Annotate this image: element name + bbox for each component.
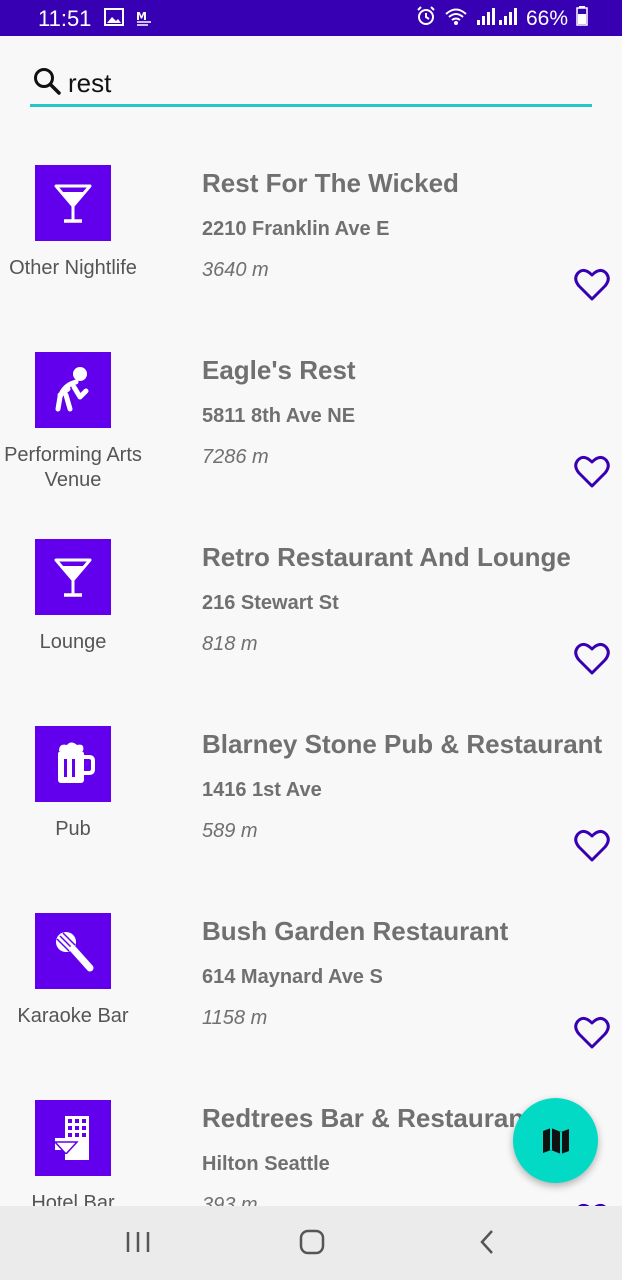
signal-icon bbox=[476, 6, 518, 32]
category-label: Lounge bbox=[39, 631, 107, 653]
venue-distance: 7286 m bbox=[202, 446, 269, 468]
category-icon bbox=[35, 913, 111, 989]
category-icon bbox=[35, 352, 111, 428]
list-item[interactable]: Lounge Retro Restaurant And Lounge 216 S… bbox=[0, 514, 622, 701]
cocktail-icon bbox=[54, 558, 92, 597]
home-icon bbox=[299, 1229, 325, 1255]
recent-apps-button[interactable] bbox=[124, 1228, 152, 1261]
battery-percent: 66% bbox=[525, 7, 568, 30]
venue-address: Hilton Seattle bbox=[202, 1153, 330, 1175]
wifi-icon bbox=[444, 6, 468, 32]
favorite-heart-icon[interactable] bbox=[574, 642, 610, 676]
venue-distance: 1158 m bbox=[202, 1007, 268, 1029]
map-button[interactable] bbox=[513, 1098, 598, 1183]
venue-name: Blarney Stone Pub & Restaurant bbox=[202, 729, 603, 759]
performer-icon bbox=[55, 367, 89, 412]
search-icon bbox=[32, 66, 62, 101]
venue-address: 1416 1st Ave bbox=[202, 779, 322, 801]
microphone-icon bbox=[56, 932, 94, 972]
map-icon bbox=[542, 1127, 569, 1154]
venue-name: Bush Garden Restaurant bbox=[202, 916, 509, 946]
venue-address: 5811 8th Ave NE bbox=[202, 405, 356, 427]
list-item[interactable]: Pub Blarney Stone Pub & Restaurant 1416 … bbox=[0, 701, 622, 888]
category-icon bbox=[35, 1100, 111, 1176]
favorite-heart-icon[interactable] bbox=[574, 268, 610, 302]
mail-icon: M bbox=[136, 8, 152, 31]
svg-text:M: M bbox=[136, 10, 147, 23]
category-label: Pub bbox=[55, 818, 91, 840]
favorite-heart-icon[interactable] bbox=[574, 455, 610, 489]
category-label: Performing Arts Venue bbox=[4, 444, 142, 491]
results-list: Other Nightlife Rest For The Wicked 2210… bbox=[0, 140, 622, 1206]
beer-mug-icon bbox=[58, 742, 95, 783]
recent-apps-icon bbox=[126, 1232, 150, 1252]
category-icon bbox=[35, 165, 111, 241]
venue-distance: 818 m bbox=[202, 633, 258, 655]
category-icon bbox=[35, 726, 111, 802]
alarm-icon bbox=[416, 6, 436, 32]
venue-distance: 3640 m bbox=[202, 259, 269, 281]
back-button[interactable] bbox=[474, 1228, 502, 1261]
search-bar bbox=[30, 62, 592, 107]
venue-address: 216 Stewart St bbox=[202, 592, 339, 614]
venue-address: 2210 Franklin Ave E bbox=[202, 218, 390, 240]
venue-distance: 393 m bbox=[202, 1194, 258, 1206]
navigation-bar bbox=[0, 1206, 622, 1280]
back-icon bbox=[480, 1230, 493, 1254]
venue-name: Redtrees Bar & Restaurant bbox=[202, 1103, 533, 1133]
favorite-heart-icon[interactable] bbox=[574, 829, 610, 863]
home-button[interactable] bbox=[298, 1228, 326, 1261]
venue-distance: 589 m bbox=[202, 820, 258, 842]
hotel-bar-icon bbox=[53, 1116, 89, 1160]
search-input[interactable] bbox=[66, 64, 570, 102]
list-item[interactable]: Performing Arts Venue Eagle's Rest 5811 … bbox=[0, 327, 622, 514]
category-label: Other Nightlife bbox=[9, 257, 137, 279]
list-item[interactable]: Karaoke Bar Bush Garden Restaurant 614 M… bbox=[0, 888, 622, 1075]
list-item[interactable]: Other Nightlife Rest For The Wicked 2210… bbox=[0, 140, 622, 327]
battery-icon bbox=[576, 6, 588, 32]
status-time: 11:51 bbox=[38, 6, 92, 31]
venue-name: Rest For The Wicked bbox=[202, 168, 459, 198]
category-label: Karaoke Bar bbox=[17, 1005, 129, 1027]
favorite-heart-icon[interactable] bbox=[574, 1016, 610, 1050]
status-bar: 11:51 M 66% bbox=[0, 0, 622, 36]
venue-address: 614 Maynard Ave S bbox=[202, 966, 383, 988]
cocktail-icon bbox=[54, 184, 92, 223]
category-label: Hotel Bar bbox=[31, 1192, 115, 1206]
venue-name: Retro Restaurant And Lounge bbox=[202, 542, 571, 572]
category-icon bbox=[35, 539, 111, 615]
image-icon bbox=[104, 8, 124, 31]
venue-name: Eagle's Rest bbox=[202, 355, 356, 385]
